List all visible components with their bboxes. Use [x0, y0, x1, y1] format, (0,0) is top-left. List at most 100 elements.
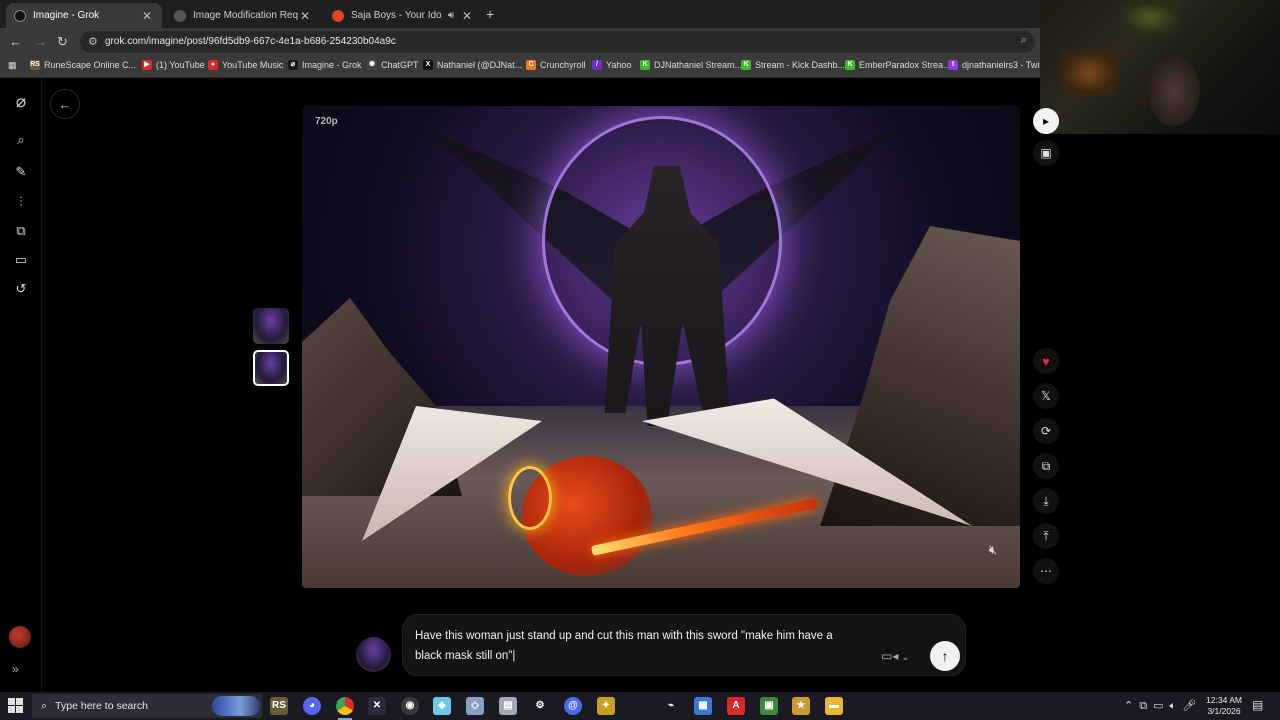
expand-sidebar-icon[interactable]: » [12, 662, 19, 676]
search-icon[interactable]: ⌕ [11, 130, 31, 150]
reload-icon[interactable]: ↻ [57, 34, 68, 50]
image-icon[interactable]: ▣ [1033, 140, 1059, 166]
tab-image-modification[interactable]: Image Modification Request ✕ [166, 3, 320, 28]
send-button[interactable]: ↑ [930, 641, 960, 671]
x-share-icon[interactable]: 𝕏 [1033, 383, 1059, 409]
folder-icon[interactable]: ▭ [11, 250, 31, 270]
mute-icon[interactable]: 🔇︎ [984, 542, 1002, 560]
bookmark-item[interactable]: C Crunchyroll [526, 60, 586, 70]
back-button[interactable]: ← [50, 89, 80, 119]
heart-icon[interactable]: ♥ [1033, 348, 1059, 374]
history-icon[interactable]: ↺ [11, 279, 31, 299]
search-highlight-art [212, 696, 260, 716]
bookmark-favicon-icon: K [741, 60, 751, 70]
zoom-icon[interactable]: ⌕ [1021, 34, 1027, 47]
generated-image[interactable] [302, 106, 1020, 588]
bookmark-item[interactable]: ▶ (1) YouTube [142, 60, 205, 70]
clock-time: 12:34 AM [1206, 695, 1242, 705]
amd-icon[interactable]: A [727, 697, 745, 715]
file-explorer-icon[interactable]: ▬ [825, 697, 843, 715]
system-tray[interactable]: ⌃⧉▭🔈︎🎤︎ [1124, 699, 1202, 713]
bookmark-item[interactable]: K Stream - Kick Dashb... [741, 60, 845, 70]
capcut-icon[interactable]: ✕ [368, 697, 386, 715]
source-image-avatar[interactable] [356, 637, 391, 672]
prompt-input[interactable]: Have this woman just stand up and cut th… [402, 614, 966, 676]
obs-icon[interactable]: ◉ [401, 697, 419, 715]
url-text[interactable]: grok.com/imagine/post/96fd5db9-667c-4e1a… [105, 36, 396, 47]
apps-grid-icon[interactable]: ▦ [8, 60, 17, 71]
user-avatar[interactable] [9, 626, 31, 648]
bookmark-item[interactable]: t djnathanielrs3 - Twit... [948, 60, 1049, 70]
tool-toggle-button[interactable]: ▸ [1033, 108, 1059, 134]
webcam-person [1148, 56, 1200, 126]
bookmark-item[interactable]: / Yahoo [592, 60, 631, 70]
speaker-icon[interactable]: 🔊︎ [442, 10, 460, 21]
bookmark-favicon-icon: ● [208, 60, 218, 70]
app-icon[interactable]: ◆ [433, 697, 451, 715]
app-icon[interactable]: ⌁ [662, 697, 680, 715]
tab-imagine-grok[interactable]: Imagine - Grok ✕ [6, 3, 162, 28]
taskbar-search[interactable]: ⌕ Type here to search [32, 694, 262, 718]
close-icon[interactable]: ✕ [298, 9, 312, 23]
share-icon[interactable]: ⤒ [1033, 523, 1059, 549]
bookmark-favicon-icon: ⌀ [288, 60, 298, 70]
imagine-icon[interactable]: ⧉ [11, 221, 31, 241]
bookmark-item[interactable]: RS RuneScape Online C... [30, 60, 136, 70]
settings-icon[interactable]: ⚙ [531, 697, 549, 715]
prompt-text[interactable]: Have this woman just stand up and cut th… [415, 626, 855, 666]
forward-icon[interactable]: → [34, 34, 47, 49]
bookmark-favicon-icon: ✺ [367, 60, 377, 70]
site-info-icon[interactable]: ⚙ [88, 35, 98, 48]
runescape-icon[interactable]: RS [270, 697, 288, 715]
download-icon[interactable]: ⤓ [1033, 488, 1059, 514]
close-icon[interactable]: ✕ [140, 9, 154, 23]
app-icon[interactable]: ✦ [597, 697, 615, 715]
voice-icon[interactable]: ⫶ [11, 192, 31, 212]
bookmark-label: Crunchyroll [540, 60, 586, 70]
thumbnail-2-selected[interactable] [253, 350, 289, 386]
new-tab-button[interactable]: + [486, 6, 494, 22]
chrome-icon[interactable] [336, 697, 354, 720]
regenerate-icon[interactable]: ⟳ [1033, 418, 1059, 444]
address-bar[interactable]: ⚙ grok.com/imagine/post/96fd5db9-667c-4e… [80, 31, 1035, 53]
video-mode-selector[interactable]: ▭◂ ⌄ [881, 649, 909, 663]
bookmark-favicon-icon: / [592, 60, 602, 70]
bookmark-label: (1) YouTube [156, 60, 205, 70]
close-icon[interactable]: ✕ [460, 9, 474, 23]
webcam-plant [1120, 0, 1180, 35]
app-icon[interactable]: @ [564, 697, 582, 715]
app-icon[interactable]: ▤ [499, 697, 517, 715]
notification-icon[interactable]: ▤ [1252, 698, 1263, 712]
bookmark-label: Stream - Kick Dashb... [755, 60, 846, 70]
webcam-overlay [1040, 0, 1280, 134]
bookmarks-bar: ▦ RS RuneScape Online C... ▶ (1) YouTube ● Yo… [0, 56, 1049, 78]
bookmark-item[interactable]: K EmberParadox Strea... [845, 60, 951, 70]
bookmark-item[interactable]: X Nathaniel (@DJNat... [423, 60, 522, 70]
bookmark-favicon-icon: X [423, 60, 433, 70]
calculator-icon[interactable]: ▦ [694, 697, 712, 715]
clock-date: 3/1/2026 [1207, 706, 1241, 716]
clock[interactable]: 12:34 AM 3/1/2026 [1204, 695, 1244, 717]
bookmark-label: YouTube Music [222, 60, 284, 70]
taskbar-search-placeholder: Type here to search [55, 700, 148, 712]
app-icon[interactable]: ★ [792, 697, 810, 715]
bookmark-item[interactable]: ✺ ChatGPT [367, 60, 419, 70]
bookmark-item[interactable]: ● YouTube Music [208, 60, 283, 70]
bookmark-item[interactable]: K DJNathaniel Stream... [640, 60, 742, 70]
bookmark-item[interactable]: ⌀ Imagine - Grok [288, 60, 362, 70]
bookmark-label: djnathanielrs3 - Twit... [962, 60, 1050, 70]
sidebar: ⌀ ⌕ ✎ ⫶ ⧉ ▭ ↺ [0, 78, 42, 692]
edit-icon[interactable]: ✎ [11, 162, 31, 182]
windows-start-icon[interactable] [8, 698, 24, 714]
back-icon[interactable]: ← [9, 34, 22, 49]
more-icon[interactable]: ⋯ [1033, 558, 1059, 584]
edit-image-icon[interactable]: ⧉ [1033, 453, 1059, 479]
tab-saja-boys[interactable]: Saja Boys - Your Idol (Rede 🔊︎ ✕ [324, 3, 482, 28]
bookmark-label: ChatGPT [381, 60, 419, 70]
app-icon[interactable]: ◇ [466, 697, 484, 715]
bookmark-label: EmberParadox Strea... [859, 60, 951, 70]
thumbnail-1[interactable] [253, 308, 289, 344]
discord-icon[interactable]: ◕ [303, 697, 321, 715]
app-icon[interactable]: ▣ [760, 697, 778, 715]
grok-logo-icon[interactable]: ⌀ [11, 92, 31, 112]
